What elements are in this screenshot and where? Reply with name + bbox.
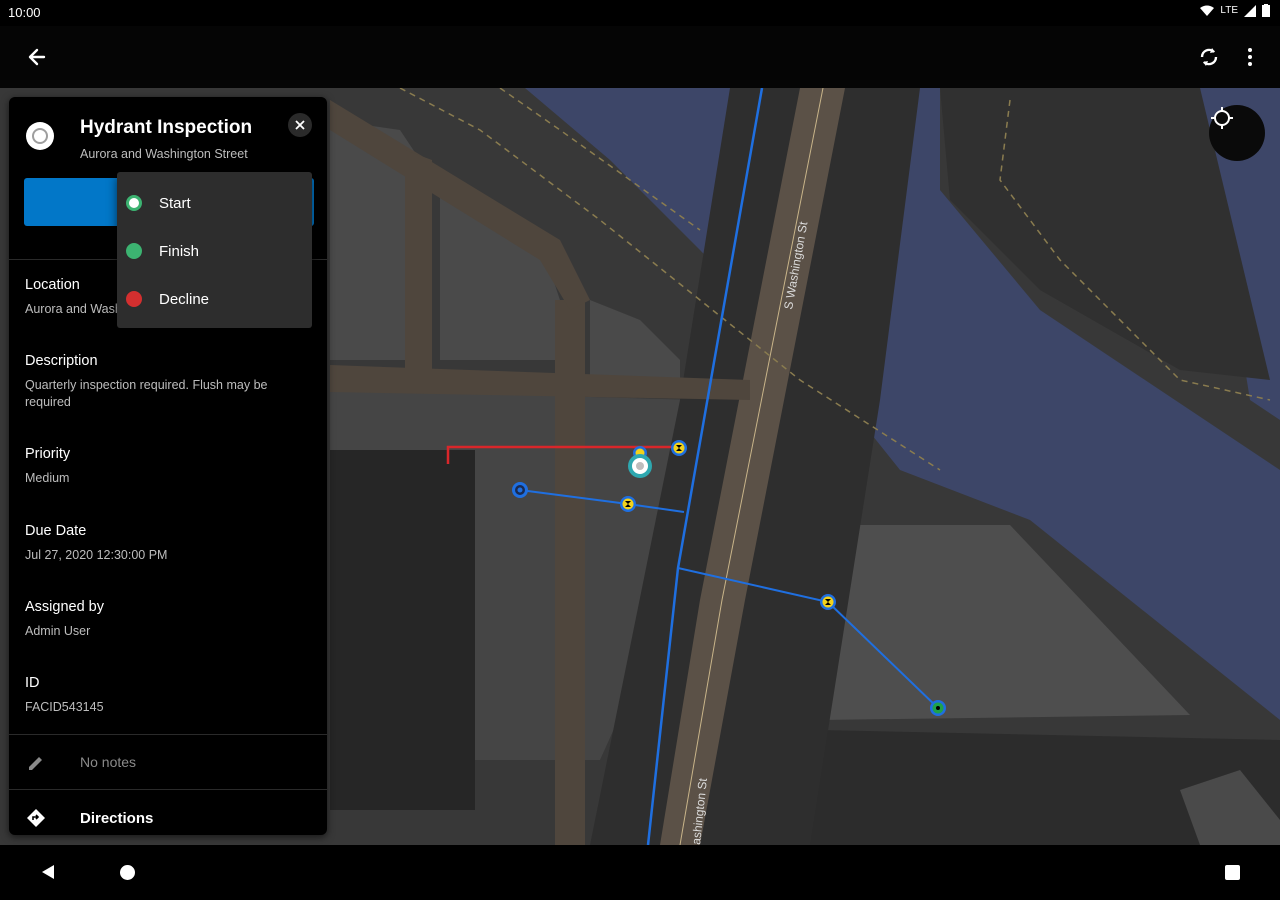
- field-value: Medium: [25, 471, 70, 485]
- field-label: Description: [25, 353, 98, 369]
- status-menu: Start Finish Decline: [117, 172, 312, 328]
- id-field: ID FACID543145: [25, 675, 315, 716]
- description-field: Description Quarterly inspection require…: [25, 353, 315, 411]
- valve-node[interactable]: [671, 440, 687, 456]
- more-vert-icon: [1248, 48, 1252, 66]
- network-label: LTE: [1220, 5, 1238, 16]
- field-label: Due Date: [25, 523, 87, 539]
- arrow-back-icon: [28, 48, 46, 66]
- panel-title: Hydrant Inspection: [80, 117, 253, 138]
- battery-icon: [1262, 4, 1270, 17]
- directions-icon: [27, 809, 45, 827]
- field-label: Assigned by: [25, 599, 104, 615]
- finish-status-icon: [126, 243, 142, 259]
- work-location-icon: [26, 122, 54, 150]
- field-value: Quarterly inspection required. Flush may…: [25, 378, 268, 409]
- close-panel-button[interactable]: [288, 113, 312, 137]
- assigned-by-field: Assigned by Admin User: [25, 599, 315, 640]
- menu-item-start[interactable]: Start: [117, 179, 312, 227]
- close-icon: [295, 120, 305, 130]
- nav-back-icon[interactable]: [40, 864, 56, 880]
- system-nav-bar: [0, 845, 1280, 900]
- menu-item-decline[interactable]: Decline: [117, 275, 312, 323]
- locate-me-button[interactable]: [1209, 105, 1265, 161]
- field-value: Jul 27, 2020 12:30:00 PM: [25, 548, 168, 562]
- menu-item-label: Decline: [159, 290, 210, 308]
- more-options-button[interactable]: [1238, 42, 1262, 72]
- valve-node[interactable]: [620, 496, 636, 512]
- wifi-icon: [1200, 5, 1215, 16]
- directions-label: Directions: [80, 810, 154, 827]
- system-icons: LTE: [1200, 4, 1270, 17]
- menu-item-label: Start: [159, 194, 191, 212]
- menu-item-label: Finish: [159, 242, 200, 260]
- panel-subtitle: Aurora and Washington Street: [80, 147, 248, 161]
- nav-home-icon[interactable]: [120, 865, 135, 880]
- decline-status-icon: [126, 291, 142, 307]
- nav-recents-icon[interactable]: [1225, 865, 1240, 880]
- valve-node[interactable]: [820, 594, 836, 610]
- pencil-icon: [29, 757, 42, 770]
- field-label: ID: [25, 675, 40, 691]
- building-footprint: [330, 450, 475, 810]
- field-value: Admin User: [25, 624, 91, 638]
- signal-icon: [1244, 4, 1256, 17]
- sync-button[interactable]: [1194, 42, 1224, 72]
- meter-node[interactable]: [512, 482, 528, 498]
- back-button[interactable]: [22, 42, 52, 72]
- selected-work-location-marker[interactable]: [628, 454, 652, 478]
- field-label: Priority: [25, 446, 71, 462]
- gps-crosshair-icon: [1211, 107, 1233, 129]
- notes-row[interactable]: No notes: [9, 734, 327, 790]
- field-value: FACID543145: [25, 700, 104, 714]
- hydrant-node[interactable]: [930, 700, 946, 716]
- due-date-field: Due Date Jul 27, 2020 12:30:00 PM: [25, 523, 315, 564]
- app-bar: [0, 26, 1280, 88]
- start-status-icon: [126, 195, 142, 211]
- menu-item-finish[interactable]: Finish: [117, 227, 312, 275]
- notes-text: No notes: [80, 754, 137, 770]
- priority-field: Priority Medium: [25, 446, 315, 487]
- directions-row[interactable]: Directions: [9, 797, 327, 835]
- sync-icon: [1200, 48, 1218, 66]
- status-time: 10:00: [8, 5, 41, 20]
- status-bar: 10:00 LTE: [0, 0, 1280, 26]
